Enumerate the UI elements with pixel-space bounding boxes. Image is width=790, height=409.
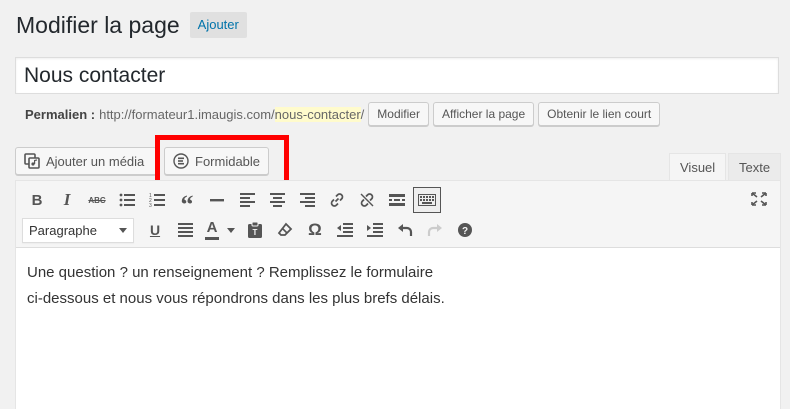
bullet-list-icon[interactable] [112, 186, 142, 214]
chevron-down-icon [119, 227, 127, 233]
bold-icon[interactable]: B [22, 186, 52, 214]
page-heading: Modifier la page Ajouter [16, 10, 247, 40]
content-line-1: Une question ? un renseignement ? Rempli… [27, 264, 434, 281]
formidable-button[interactable]: Formidable [164, 147, 269, 175]
undo-icon[interactable] [390, 216, 420, 244]
view-page-button[interactable]: Afficher la page [432, 102, 535, 126]
permalink-label: Permalien : [25, 106, 96, 122]
add-media-label: Ajouter un média [46, 153, 145, 169]
paste-text-icon[interactable]: T [240, 216, 270, 244]
toolbar-row-2: Paragraphe U A T Ω ? [22, 215, 480, 245]
editor-toolbar: B I ABC 123 “ Paragraphe U A T Ω ? [16, 181, 780, 248]
content-line-2: ci-dessous et nous vous répondrons dans … [27, 290, 445, 307]
blockquote-icon[interactable]: “ [172, 186, 202, 219]
permalink-bar: Permalien : http://formateur1.imaugis.co… [25, 101, 661, 127]
add-new-button[interactable]: Ajouter [189, 12, 247, 38]
toolbar-toggle-icon[interactable] [413, 187, 441, 213]
format-select-value: Paragraphe [29, 222, 97, 238]
numbered-list-icon[interactable]: 123 [142, 186, 172, 214]
align-right-icon[interactable] [292, 186, 322, 214]
italic-icon[interactable]: I [52, 186, 82, 214]
clear-formatting-icon[interactable] [270, 216, 300, 244]
add-media-button[interactable]: Ajouter un média [15, 147, 157, 175]
link-icon[interactable] [322, 186, 352, 214]
justify-icon[interactable] [170, 216, 200, 244]
help-icon[interactable]: ? [450, 216, 480, 244]
svg-text:?: ? [462, 226, 468, 237]
page-title: Modifier la page [16, 12, 180, 38]
svg-text:T: T [253, 228, 258, 237]
special-character-icon[interactable]: Ω [300, 216, 330, 244]
editor-content[interactable]: Une question ? un renseignement ? Rempli… [16, 248, 780, 324]
underline-icon[interactable]: U [140, 216, 170, 244]
get-shortlink-button[interactable]: Obtenir le lien court [538, 102, 661, 126]
format-select[interactable]: Paragraphe [22, 217, 134, 243]
editor-area: B I ABC 123 “ Paragraphe U A T Ω ? Une q… [15, 180, 781, 409]
media-icon [24, 153, 40, 169]
align-center-icon[interactable] [262, 186, 292, 214]
formidable-icon [173, 153, 189, 169]
unlink-icon[interactable] [352, 186, 382, 214]
toolbar-row-1: B I ABC 123 “ [22, 185, 442, 219]
permalink-trailing: / [360, 106, 365, 122]
indent-icon[interactable] [360, 216, 390, 244]
horizontal-rule-icon[interactable] [202, 186, 232, 214]
outdent-icon[interactable] [330, 216, 360, 244]
redo-icon[interactable] [420, 216, 450, 244]
permalink-base-url: http://formateur1.imaugis.com/ [99, 106, 275, 122]
text-color-icon[interactable]: A [200, 216, 240, 244]
permalink-slug[interactable]: nous-contacter [274, 106, 361, 122]
tab-text[interactable]: Texte [728, 153, 782, 181]
post-title-input[interactable] [15, 57, 779, 94]
edit-page-screen: Modifier la page Ajouter Permalien : htt… [0, 0, 790, 409]
fullscreen-icon[interactable] [744, 185, 774, 213]
formidable-label: Formidable [195, 153, 261, 169]
strikethrough-icon[interactable]: ABC [82, 186, 112, 214]
edit-slug-button[interactable]: Modifier [368, 102, 429, 126]
align-left-icon[interactable] [232, 186, 262, 214]
tab-visual[interactable]: Visuel [669, 153, 727, 181]
read-more-icon[interactable] [382, 186, 412, 214]
svg-text:3: 3 [149, 203, 152, 207]
